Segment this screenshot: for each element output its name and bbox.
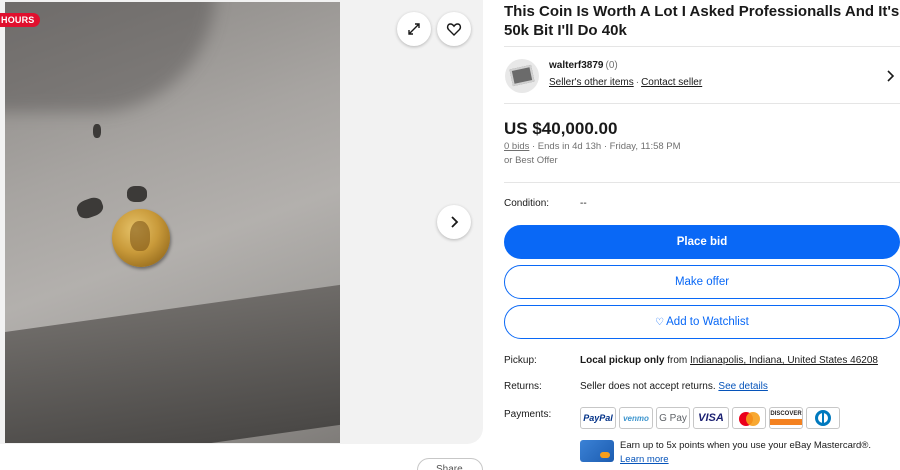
see-details-link[interactable]: See details xyxy=(718,381,767,392)
diners-club-icon xyxy=(806,407,840,429)
expand-icon xyxy=(408,23,420,35)
auction-ends: · Ends in 4d 13h · Friday, 11:58 PM xyxy=(529,141,681,152)
chevron-right-icon xyxy=(451,216,459,228)
pickup-from: from xyxy=(664,355,691,366)
seller-name-line: walterf3879 (0) xyxy=(549,60,618,71)
add-to-watchlist-button[interactable]: ♡ Add to Watchlist xyxy=(504,305,900,339)
best-offer-note: or Best Offer xyxy=(504,155,558,166)
returns-label: Returns: xyxy=(504,381,542,392)
next-image-button[interactable] xyxy=(437,205,471,239)
mastercard-icon xyxy=(732,407,766,429)
item-details: This Coin Is Worth A Lot I Asked Profess… xyxy=(504,0,900,420)
paypal-icon: PayPal xyxy=(580,407,616,429)
seller-avatar[interactable] xyxy=(505,59,539,93)
payments-label: Payments: xyxy=(504,409,552,420)
seller-feedback: (0) xyxy=(605,60,618,71)
condition-label: Condition: xyxy=(504,198,550,209)
contact-seller-link[interactable]: Contact seller xyxy=(641,77,702,88)
learn-more-link[interactable]: Learn more xyxy=(620,454,669,465)
returns-value: Seller does not accept returns. See deta… xyxy=(580,381,768,392)
promo-text: Earn up to 5x points when you use your e… xyxy=(620,440,871,451)
heart-icon xyxy=(446,23,462,36)
credit-card-icon xyxy=(580,440,614,462)
photo-table xyxy=(5,281,340,443)
item-price: US $40,000.00 xyxy=(504,119,618,138)
bids-info: 0 bids · Ends in 4d 13h · Friday, 11:58 … xyxy=(504,141,681,152)
link-separator: · xyxy=(635,77,640,88)
place-bid-button[interactable]: Place bid xyxy=(504,225,900,259)
photo-debris xyxy=(93,124,101,138)
divider xyxy=(504,182,900,183)
pickup-value: Local pickup only from Indianapolis, Ind… xyxy=(580,355,878,366)
venmo-icon: venmo xyxy=(619,407,653,429)
discover-label: DISCOVER xyxy=(770,411,802,417)
google-pay-icon: G Pay xyxy=(656,407,690,429)
photo-debris xyxy=(74,195,106,221)
pickup-location-link[interactable]: Indianapolis, Indiana, United States 462… xyxy=(690,355,878,366)
seller-card[interactable]: walterf3879 (0) Seller's other items · Cont… xyxy=(504,46,900,104)
pickup-type: Local pickup only xyxy=(580,355,665,366)
item-photo[interactable] xyxy=(5,2,340,443)
coin xyxy=(112,209,170,267)
seller-name[interactable]: walterf3879 xyxy=(549,60,603,71)
discover-icon: DISCOVER xyxy=(769,407,803,429)
bids-link[interactable]: 0 bids xyxy=(504,141,529,152)
image-gallery: HOURS xyxy=(0,0,483,444)
condition-value: -- xyxy=(580,198,587,209)
share-button[interactable]: Share xyxy=(417,458,483,470)
visa-icon: VISA xyxy=(693,407,729,429)
item-title: This Coin Is Worth A Lot I Asked Profess… xyxy=(504,3,900,39)
payment-methods: PayPal venmo G Pay VISA DISCOVER xyxy=(580,407,840,429)
heart-icon: ♡ xyxy=(655,317,665,328)
expand-button[interactable] xyxy=(397,12,431,46)
seller-other-items-link[interactable]: Seller's other items xyxy=(549,77,634,88)
chevron-right-icon[interactable] xyxy=(884,69,896,83)
photo-debris xyxy=(127,186,147,202)
pickup-label: Pickup: xyxy=(504,355,537,366)
watchlist-label: Add to Watchlist xyxy=(666,316,749,328)
make-offer-button[interactable]: Make offer xyxy=(504,265,900,299)
watch-heart-button[interactable] xyxy=(437,12,471,46)
returns-text: Seller does not accept returns. xyxy=(580,381,719,392)
seller-links: Seller's other items · Contact seller xyxy=(549,77,702,88)
time-badge: HOURS xyxy=(0,13,40,27)
